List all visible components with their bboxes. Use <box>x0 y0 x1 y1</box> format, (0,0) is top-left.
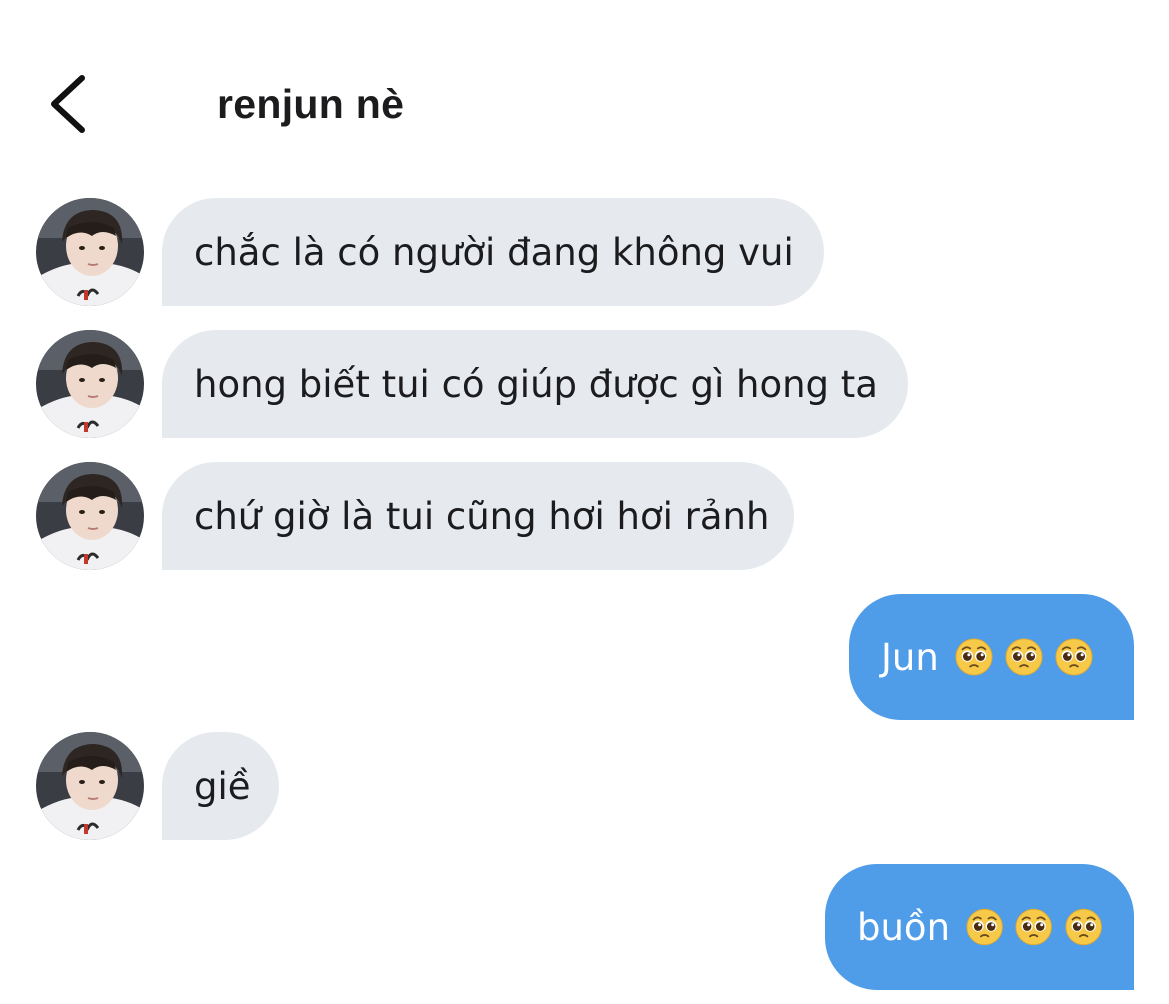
avatar[interactable] <box>36 330 144 438</box>
message-text: Jun <box>881 635 939 679</box>
pleading-face-icon <box>1015 908 1052 946</box>
pleading-face-icon <box>966 908 1003 946</box>
message-text: chắc là có người đang không vui <box>194 230 794 274</box>
pleading-face-icon <box>1055 638 1093 676</box>
message-row: giề <box>0 732 1169 840</box>
message-row: Jun <box>0 594 1169 720</box>
message-row: buồn <box>0 864 1169 990</box>
message-row: hong biết tui có giúp được gì hong ta <box>0 330 1169 438</box>
avatar[interactable] <box>36 462 144 570</box>
avatar[interactable] <box>36 732 144 840</box>
message-bubble-incoming[interactable]: giề <box>162 732 279 840</box>
message-bubble-outgoing[interactable]: Jun <box>849 594 1134 720</box>
message-text: hong biết tui có giúp được gì hong ta <box>194 362 878 406</box>
chevron-left-icon[interactable] <box>44 72 92 136</box>
message-row: chắc là có người đang không vui <box>0 198 1169 306</box>
message-bubble-outgoing[interactable]: buồn <box>825 864 1134 990</box>
message-text: giề <box>194 764 251 808</box>
avatar[interactable] <box>36 198 144 306</box>
message-bubble-incoming[interactable]: chứ giờ là tui cũng hơi hơi rảnh <box>162 462 794 570</box>
message-text: buồn <box>857 905 951 949</box>
pleading-face-icon <box>955 638 993 676</box>
chat-header: renjun nè <box>0 0 1169 180</box>
pleading-face-icon <box>1005 638 1043 676</box>
pleading-face-icon <box>1065 908 1102 946</box>
message-bubble-incoming[interactable]: hong biết tui có giúp được gì hong ta <box>162 330 908 438</box>
conversation-title: renjun nè <box>217 81 405 127</box>
message-bubble-incoming[interactable]: chắc là có người đang không vui <box>162 198 824 306</box>
message-row: chứ giờ là tui cũng hơi hơi rảnh <box>0 462 1169 570</box>
message-text: chứ giờ là tui cũng hơi hơi rảnh <box>194 494 770 538</box>
